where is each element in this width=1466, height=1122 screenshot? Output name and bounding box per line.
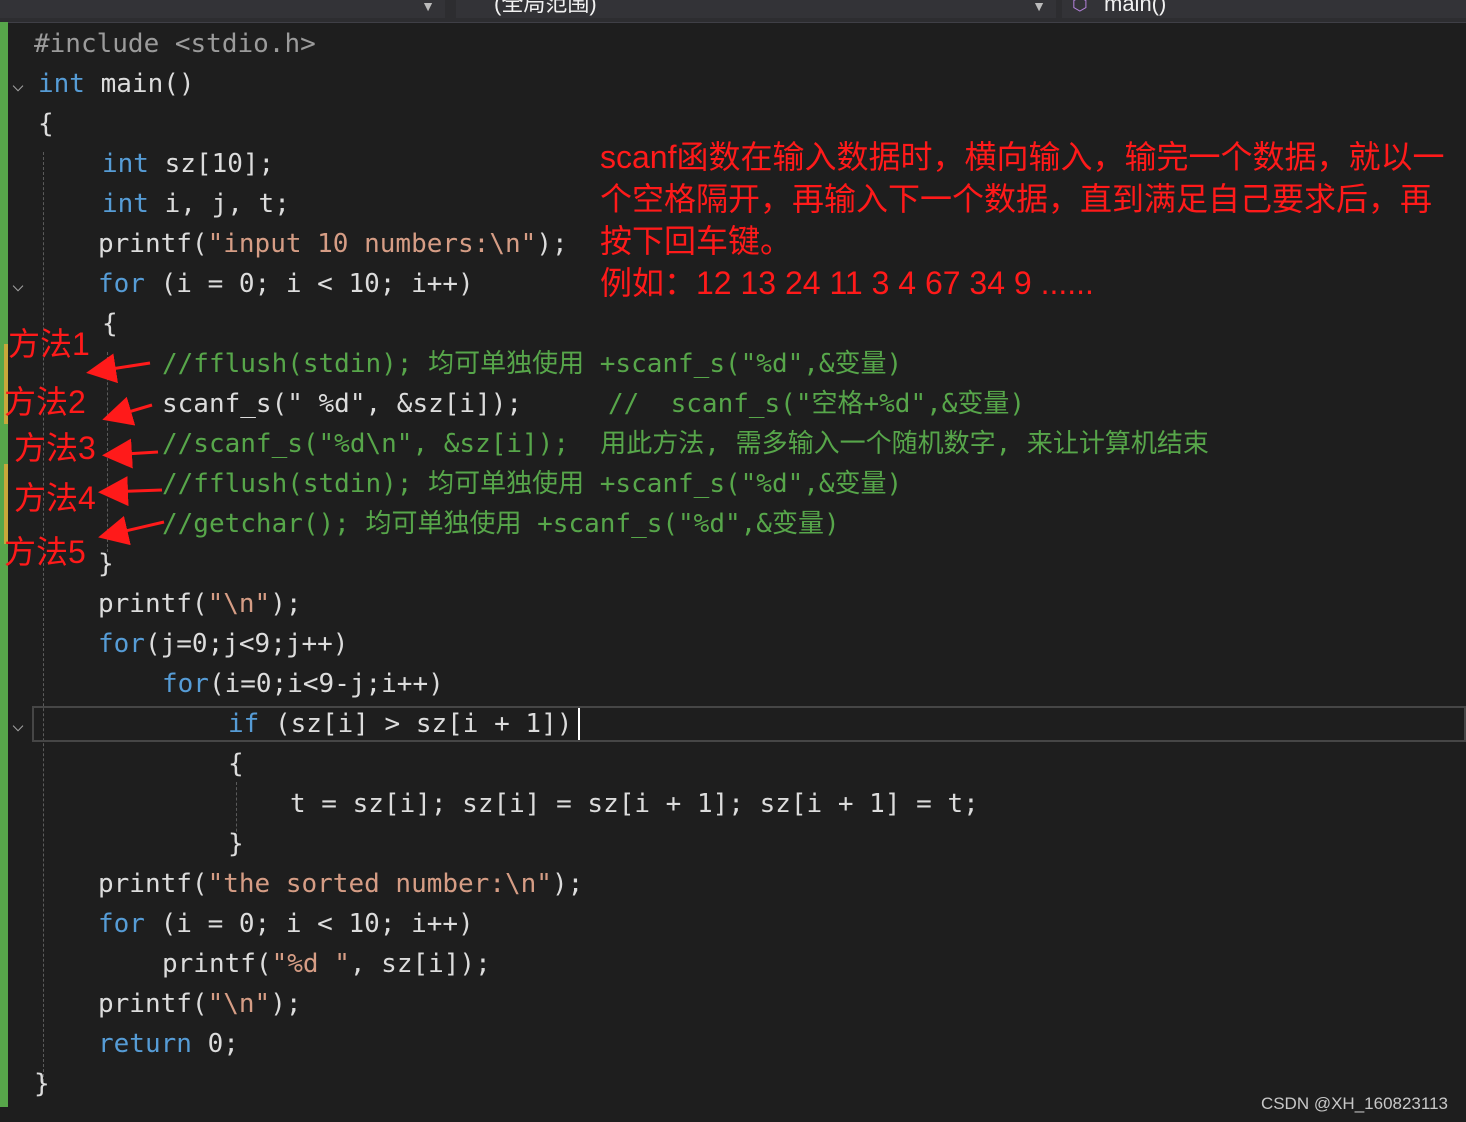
arrow-method-5	[98, 515, 165, 546]
watermark: CSDN @XH_160823113	[1260, 1094, 1448, 1113]
arrow-method-3	[102, 438, 159, 469]
arrow-method-2	[102, 396, 153, 426]
annotation-arrows	[86, 353, 165, 546]
arrow-method-4	[98, 476, 163, 507]
arrow-method-1	[86, 353, 151, 384]
